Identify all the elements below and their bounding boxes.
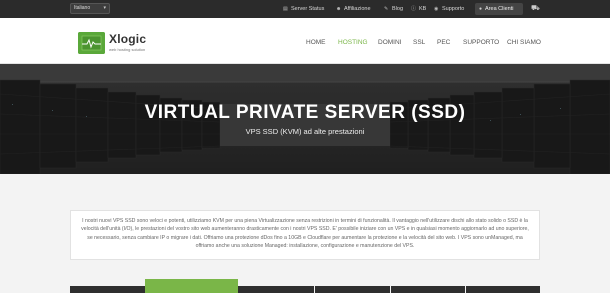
nav-chi-siamo[interactable]: CHI SIAMO xyxy=(507,39,541,46)
logo-icon[interactable] xyxy=(78,32,105,54)
plan-column-featured[interactable] xyxy=(145,279,238,293)
comment-icon: ✎ xyxy=(384,5,389,12)
server-status-label: Server Status xyxy=(291,6,325,12)
affiliate-label: Affiliazione xyxy=(344,6,371,12)
client-area-label: Area Clienti xyxy=(485,6,514,12)
affiliate-link[interactable]: ☻ Affiliazione xyxy=(336,0,371,18)
plan-column[interactable] xyxy=(315,286,390,293)
server-status-link[interactable]: ▤ Server Status xyxy=(283,0,324,18)
plan-column[interactable] xyxy=(70,286,145,293)
support-link[interactable]: ◉ Supporto xyxy=(434,0,464,18)
chart-icon: ▤ xyxy=(283,5,288,12)
nav-pec[interactable]: PEC xyxy=(437,39,450,46)
support-label: Supporto xyxy=(442,6,465,12)
client-area-button[interactable]: ● Area Clienti xyxy=(475,3,523,15)
top-bar: Italiano ▾ ▤ Server Status ☻ Affiliazion… xyxy=(0,0,610,18)
description-box: I nostri nuovi VPS SSD sono veloci e pot… xyxy=(70,210,540,260)
nav-ssl[interactable]: SSL xyxy=(413,39,425,46)
plan-column[interactable] xyxy=(466,286,540,293)
info-icon: ⓘ xyxy=(411,5,417,12)
blog-link[interactable]: ✎ Blog xyxy=(384,0,403,18)
blog-label: Blog xyxy=(392,6,404,12)
nav-hosting[interactable]: HOSTING xyxy=(338,39,368,46)
kb-link[interactable]: ⓘ KB xyxy=(411,0,426,18)
cart-icon[interactable]: ⛟ xyxy=(531,4,540,13)
hero-banner: VIRTUAL PRIVATE SERVER (SSD) VPS SSD (KV… xyxy=(0,64,610,174)
nav-domini[interactable]: DOMINI xyxy=(378,39,401,46)
chevron-down-icon: ▾ xyxy=(103,5,106,11)
users-icon: ☻ xyxy=(336,5,342,12)
language-select[interactable]: Italiano ▾ xyxy=(70,3,110,14)
logo-name[interactable]: Xlogic xyxy=(109,32,146,46)
logo-tagline: web hosting solution xyxy=(109,47,146,52)
nav-supporto[interactable]: SUPPORTO xyxy=(463,39,499,46)
content-section: I nostri nuovi VPS SSD sono veloci e pot… xyxy=(0,174,610,293)
description-text: I nostri nuovi VPS SSD sono veloci e pot… xyxy=(81,218,529,250)
site-header: Xlogic web hosting solution HOME HOSTING… xyxy=(0,18,610,64)
hero-title: VIRTUAL PRIVATE SERVER (SSD) xyxy=(144,102,466,123)
hero-subtitle: VPS SSD (KVM) ad alte prestazioni xyxy=(245,127,365,136)
plans-table xyxy=(70,279,540,293)
plan-column[interactable] xyxy=(238,286,314,293)
support-icon: ◉ xyxy=(434,5,439,12)
kb-label: KB xyxy=(419,6,427,12)
language-label: Italiano xyxy=(74,5,91,11)
user-icon: ● xyxy=(479,6,483,12)
nav-home[interactable]: HOME xyxy=(306,39,326,46)
plan-column[interactable] xyxy=(391,286,465,293)
